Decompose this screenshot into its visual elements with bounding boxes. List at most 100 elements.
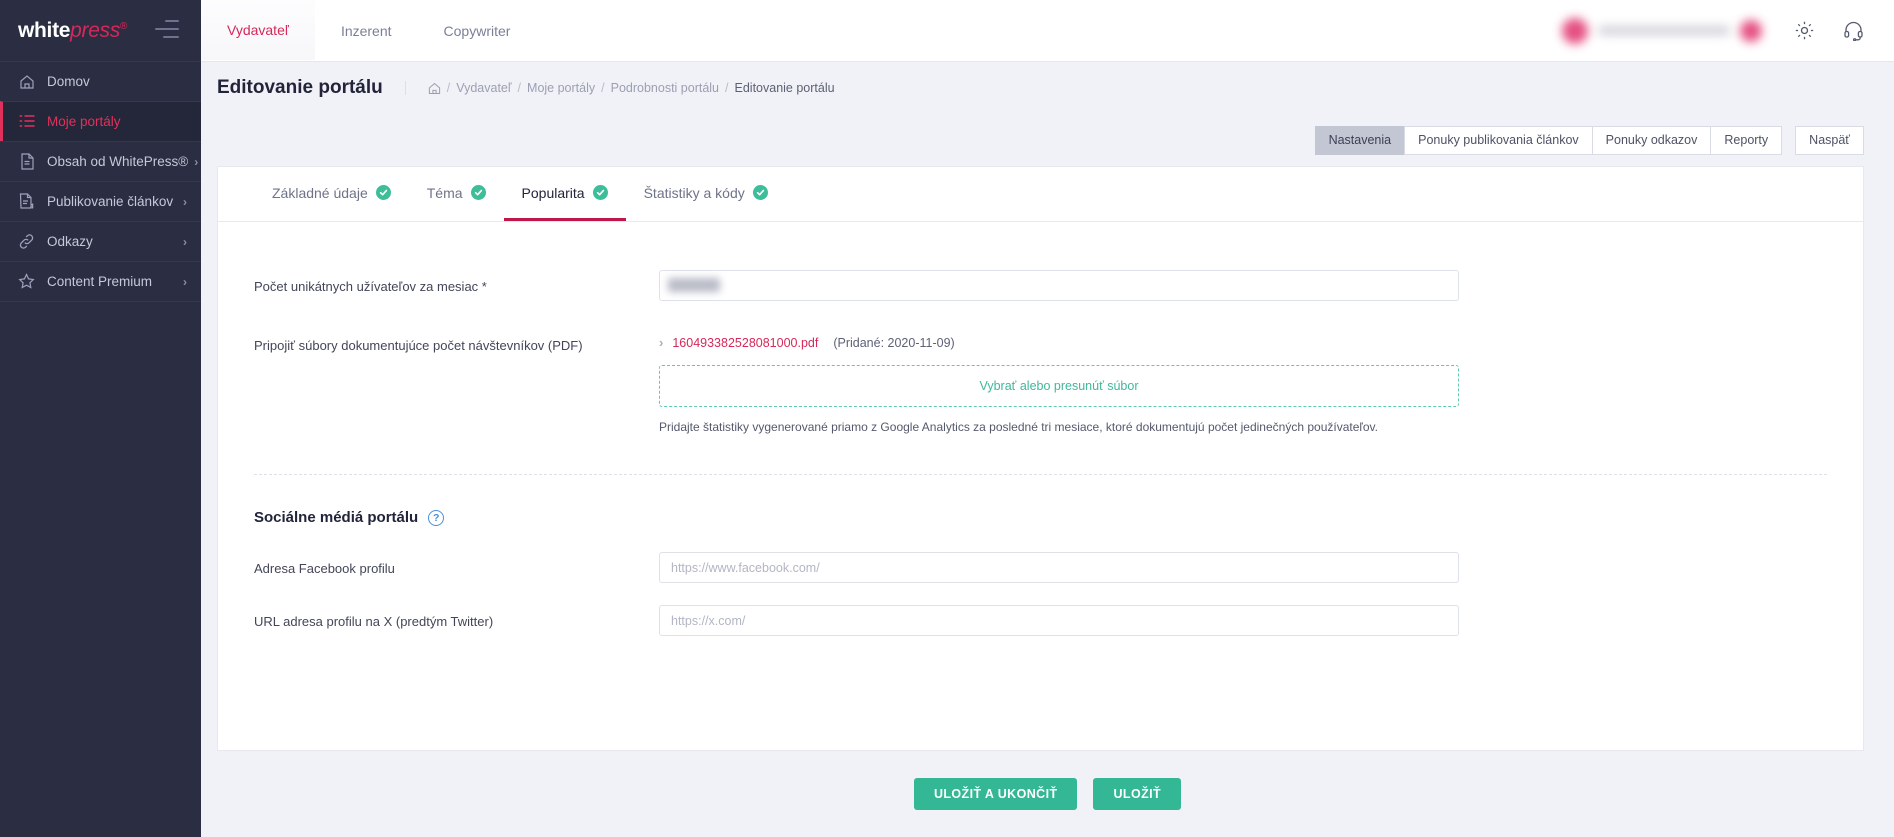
- tab-zakladne-udaje[interactable]: Základné údaje: [254, 167, 409, 221]
- field-control: [659, 605, 1459, 636]
- attached-file-name[interactable]: 160493382528081000.pdf: [672, 336, 818, 350]
- content-card: Základné údaje Téma Popularita Štatistik…: [217, 166, 1864, 751]
- field-label: URL adresa profilu na X (predtým Twitter…: [254, 614, 494, 629]
- hamburger-menu-icon[interactable]: [155, 20, 179, 38]
- portal-tab-label: Reporty: [1724, 133, 1769, 147]
- tab-tema[interactable]: Téma: [409, 167, 504, 221]
- file-dropzone[interactable]: Vybrať alebo presunúť súbor: [659, 365, 1459, 407]
- social-section-title: Sociálne médiá portálu ?: [218, 475, 1863, 526]
- sidebar-item-content-premium[interactable]: Content Premium ›: [0, 261, 201, 302]
- tab-statistiky-a-kody[interactable]: Štatistiky a kódy: [626, 167, 786, 221]
- save-and-exit-button[interactable]: ULOŽIŤ A UKONČIŤ: [913, 778, 1078, 810]
- portal-tab-nastavenia[interactable]: Nastavenia: [1314, 125, 1405, 155]
- chevron-right-icon: ›: [194, 154, 199, 169]
- sidebar-item-label: Obsah od WhitePress®: [47, 154, 189, 169]
- sidebar-item-label: Odkazy: [47, 234, 93, 249]
- portal-tab-reporty[interactable]: Reporty: [1710, 125, 1783, 155]
- twitter-url-input[interactable]: [659, 605, 1459, 636]
- document-icon: [16, 153, 37, 170]
- role-tab-vydavatel[interactable]: Vydavateľ: [201, 0, 315, 61]
- tab-label: Základné údaje: [272, 184, 368, 201]
- home-icon: [16, 74, 37, 90]
- gear-icon[interactable]: [1794, 20, 1815, 41]
- tab-label: Štatistiky a kódy: [643, 184, 745, 201]
- facebook-url-input[interactable]: [659, 552, 1459, 583]
- brand-header: whitepress®: [0, 0, 201, 62]
- link-icon: [16, 233, 37, 250]
- sidebar-item-label: Moje portály: [47, 114, 121, 129]
- sidebar-item-moje-portaly[interactable]: Moje portály: [0, 101, 201, 142]
- top-bar-spacer: [536, 0, 1562, 61]
- main-area: Vydavateľ Inzerent Copywriter Editovanie…: [201, 0, 1894, 837]
- portal-tab-ponuky-odkazov[interactable]: Ponuky odkazov: [1591, 125, 1711, 155]
- field-control: [659, 270, 1459, 301]
- help-icon[interactable]: ?: [428, 509, 445, 526]
- attached-file-date: (Pridané: 2020-11-09): [833, 335, 955, 350]
- sidebar-item-odkazy[interactable]: Odkazy ›: [0, 221, 201, 262]
- portal-tab-ponuky-publikovania[interactable]: Ponuky publikovania článkov: [1404, 125, 1592, 155]
- home-icon[interactable]: [428, 82, 441, 95]
- tab-label: Popularita: [521, 184, 585, 201]
- back-button-label: Naspäť: [1809, 133, 1850, 147]
- form-footer: ULOŽIŤ A UKONČIŤ ULOŽIŤ: [201, 751, 1894, 837]
- tab-popularita[interactable]: Popularita: [503, 167, 626, 221]
- portal-tab-label: Ponuky odkazov: [1605, 133, 1698, 147]
- tab-label: Téma: [426, 184, 463, 201]
- field-label: Počet unikátnych užívateľov za mesiac *: [254, 279, 487, 294]
- user-account-widget[interactable]: [1562, 12, 1762, 50]
- chevron-right-icon: ›: [183, 234, 187, 249]
- sidebar-item-obsah-od-whitepress[interactable]: Obsah od WhitePress® ›: [0, 141, 201, 182]
- role-tab-label: Vydavateľ: [227, 22, 289, 38]
- portal-view-button-group: Nastavenia Ponuky publikovania článkov P…: [1314, 125, 1783, 155]
- breadcrumb-item-moje-portaly[interactable]: Moje portály: [527, 81, 595, 95]
- logo-text-press: press: [70, 19, 121, 42]
- breadcrumb-separator: /: [446, 81, 451, 95]
- breadcrumb-item-vydavatel[interactable]: Vydavateľ: [456, 81, 511, 95]
- account-badge: [1740, 19, 1762, 42]
- content-card-wrapper: Základné údaje Téma Popularita Štatistik…: [201, 166, 1894, 751]
- sidebar-item-domov[interactable]: Domov: [0, 61, 201, 102]
- form-tabs: Základné údaje Téma Popularita Štatistik…: [218, 167, 1863, 222]
- top-bar: Vydavateľ Inzerent Copywriter: [201, 0, 1894, 62]
- sidebar-item-publikovanie-clankov[interactable]: Publikovanie článkov ›: [0, 181, 201, 222]
- portal-toolbar: Nastavenia Ponuky publikovania článkov P…: [201, 114, 1894, 166]
- logo-text-white: white: [18, 19, 71, 42]
- chevron-right-icon[interactable]: ›: [659, 335, 663, 350]
- breadcrumb: / Vydavateľ / Moje portály / Podrobnosti…: [404, 81, 835, 95]
- sidebar-nav: Domov Moje portály Obsah od WhitePress® …: [0, 61, 201, 302]
- list-icon: [16, 114, 37, 129]
- field-control: [659, 552, 1459, 583]
- field-attach-files: Pripojiť súbory dokumentujúce počet návš…: [218, 329, 1863, 436]
- document-dollar-icon: [16, 193, 37, 210]
- field-control: › 160493382528081000.pdf (Pridané: 2020-…: [659, 329, 1459, 436]
- role-tab-label: Inzerent: [340, 22, 392, 39]
- headset-icon[interactable]: [1843, 20, 1864, 41]
- star-icon: [16, 273, 37, 290]
- breadcrumb-item-podrobnosti-portalu[interactable]: Podrobnosti portálu: [611, 81, 719, 95]
- logo-registered-mark: ®: [120, 21, 128, 32]
- page-header: Editovanie portálu / Vydavateľ / Moje po…: [201, 62, 1894, 114]
- save-button[interactable]: ULOŽIŤ: [1093, 778, 1182, 810]
- sidebar-item-label: Domov: [47, 74, 90, 89]
- app-root: whitepress® Domov Moje portály Obsah od …: [0, 0, 1894, 837]
- breadcrumb-separator: /: [725, 81, 729, 95]
- field-label: Pripojiť súbory dokumentujúce počet návš…: [254, 338, 583, 353]
- role-tab-inzerent[interactable]: Inzerent: [315, 0, 418, 61]
- unique-users-input[interactable]: [659, 270, 1459, 301]
- field-label: Adresa Facebook profilu: [254, 561, 395, 576]
- chevron-right-icon: ›: [183, 194, 187, 209]
- role-tab-copywriter[interactable]: Copywriter: [418, 0, 537, 61]
- whitepress-logo[interactable]: whitepress®: [18, 19, 127, 43]
- check-icon: [375, 185, 391, 200]
- page-title: Editovanie portálu: [217, 77, 383, 98]
- sidebar-item-label: Publikovanie článkov: [47, 194, 174, 209]
- check-icon: [592, 185, 608, 200]
- back-button[interactable]: Naspäť: [1795, 125, 1864, 155]
- check-icon: [752, 185, 768, 200]
- check-icon: [470, 185, 486, 200]
- account-name-redacted: [1598, 26, 1730, 35]
- breadcrumb-item-current: Editovanie portálu: [734, 81, 835, 95]
- portal-name-redacted: [217, 130, 297, 151]
- file-hint-text: Pridajte štatistiky vygenerované priamo …: [659, 420, 1378, 434]
- avatar: [1562, 17, 1588, 44]
